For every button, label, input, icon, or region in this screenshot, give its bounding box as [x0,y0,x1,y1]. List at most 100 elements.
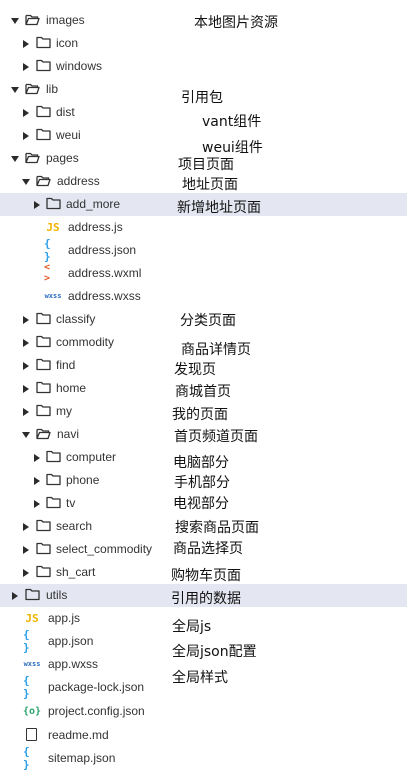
chevron-right-icon[interactable] [34,477,40,485]
tree-item-label: sh_cart [56,565,96,579]
annotation-pages: 项目页面 [178,157,234,173]
file-address-wxml[interactable]: < > address.wxml [0,262,407,285]
js-file-icon: JS [46,220,60,234]
tree-item-label: commodity [56,335,115,349]
folder-open-icon [25,83,40,95]
annotation-home: 商城首页 [175,384,231,400]
tree-item-label: classify [56,312,96,326]
chevron-right-icon[interactable] [12,592,18,600]
annotation-sh-cart: 购物车页面 [171,568,241,584]
annotation-app-js: 全局js [172,619,212,635]
folder-open-icon [25,152,40,164]
folder-icon [36,358,51,371]
config-file-icon: {o} [22,705,42,717]
annotation-computer: 电脑部分 [173,455,229,471]
file-sitemap-json[interactable]: { } sitemap.json [0,745,407,771]
folder-icon [36,59,51,72]
chevron-right-icon[interactable] [34,454,40,462]
annotation-search: 搜索商品页面 [175,520,259,536]
chevron-down-icon[interactable] [22,432,30,438]
annotation-select-commodity: 商品选择页 [173,541,243,557]
tree-item-label: lib [46,82,59,96]
folder-icon [46,197,61,210]
tree-item-label: address.wxss [68,289,141,303]
chevron-right-icon[interactable] [34,500,40,508]
folder-icon [46,473,61,486]
folder-icon [36,105,51,118]
chevron-right-icon[interactable] [34,201,40,209]
chevron-down-icon[interactable] [11,156,19,162]
tree-item-label: tv [66,496,76,510]
tree-item-label: address [57,174,100,188]
chevron-right-icon[interactable] [23,523,29,531]
file-address-json[interactable]: { } address.json [0,237,407,263]
tree-item-label: app.json [48,634,94,648]
annotation-images: 本地图片资源 [194,15,278,31]
tree-item-label: dist [56,105,75,119]
tree-item-label: find [56,358,76,372]
tree-item-label: computer [66,450,117,464]
folder-icon-dir[interactable]: icon [0,32,407,55]
wxml-file-icon: < > [44,262,51,284]
annotation-classify: 分类页面 [180,313,236,329]
folder-open-icon [25,14,40,26]
tree-item-label: address.wxml [68,266,142,280]
markdown-file-icon [26,728,37,741]
tree-item-label: icon [56,36,79,50]
chevron-down-icon[interactable] [11,87,19,93]
annotation-navi: 首页频道页面 [174,429,258,445]
annotation-lib: 引用包 [181,90,223,106]
tree-item-label: home [56,381,87,395]
folder-icon [36,128,51,141]
annotation-address: 地址页面 [182,177,238,193]
tree-item-label: images [46,13,85,27]
chevron-right-icon[interactable] [23,569,29,577]
chevron-right-icon[interactable] [23,316,29,324]
chevron-right-icon[interactable] [23,408,29,416]
tree-item-label: search [56,519,93,533]
annotation-commodity: 商品详情页 [181,342,251,358]
json-file-icon: { } [23,745,30,771]
folder-icon [36,36,51,49]
annotation-my: 我的页面 [172,407,228,423]
tree-item-label: add_more [66,197,121,211]
folder-icon [36,312,51,325]
tree-item-label: pages [46,151,79,165]
folder-icon [36,381,51,394]
folder-icon [46,450,61,463]
annotation-app-wxss: 全局样式 [172,670,228,686]
folder-icon [25,588,40,601]
tree-item-label: navi [57,427,80,441]
folder-open-icon [36,175,51,187]
annotation-utils: 引用的数据 [171,591,241,607]
chevron-right-icon[interactable] [23,362,29,370]
folder-icon [36,542,51,555]
wxss-file-icon: wxss [44,292,62,300]
tree-item-label: app.js [48,611,81,625]
folder-icon [36,519,51,532]
file-readme-md[interactable]: readme.md [0,724,407,747]
chevron-right-icon[interactable] [23,546,29,554]
wxss-file-icon: wxss [23,660,41,668]
chevron-down-icon[interactable] [22,179,30,185]
chevron-right-icon[interactable] [23,132,29,140]
annotation-vant: vant组件 [202,114,262,130]
chevron-right-icon[interactable] [23,109,29,117]
folder-windows[interactable]: windows [0,55,407,78]
tree-item-label: readme.md [48,728,109,742]
chevron-right-icon[interactable] [23,40,29,48]
annotation-app-json: 全局json配置 [172,644,257,660]
chevron-right-icon[interactable] [23,339,29,347]
chevron-right-icon[interactable] [23,63,29,71]
tree-item-label: sitemap.json [48,751,116,765]
chevron-right-icon[interactable] [23,385,29,393]
folder-icon [46,496,61,509]
tree-item-label: windows [56,59,103,73]
file-project-config-json[interactable]: {o} project.config.json [0,700,407,723]
chevron-down-icon[interactable] [11,18,19,24]
folder-icon [36,565,51,578]
json-file-icon: { } [23,674,30,700]
annotation-find: 发现页 [174,362,216,378]
file-address-wxss[interactable]: wxss address.wxss [0,285,407,308]
file-address-js[interactable]: JS address.js [0,216,407,239]
